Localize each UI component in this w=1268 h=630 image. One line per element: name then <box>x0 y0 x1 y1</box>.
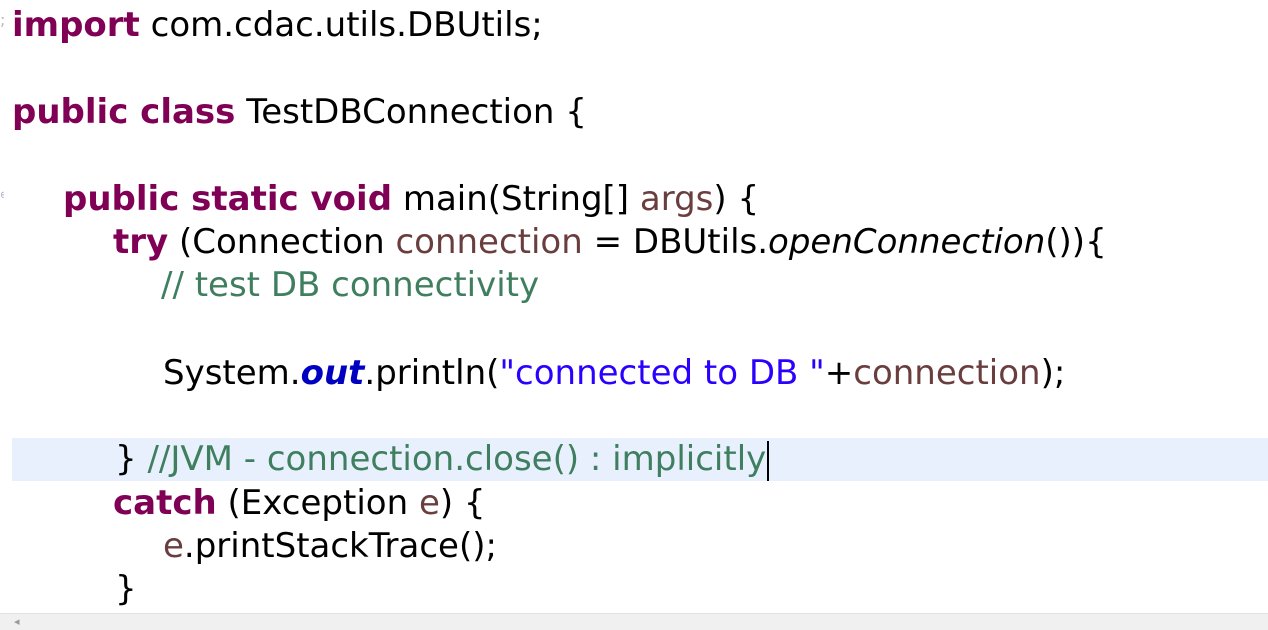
fold-icon[interactable]: ⊖ <box>0 188 4 204</box>
code-line-println: System.out.println("connected to DB "+co… <box>12 352 1268 395</box>
code-line-import: import com.cdac.utils.DBUtils; <box>12 4 1268 47</box>
keyword: import <box>12 5 140 45</box>
variable-name: e <box>163 526 184 566</box>
code-line-catch: catch (Exception e) { <box>12 482 1268 525</box>
code-text: ()){ <box>1045 222 1107 262</box>
variable-name: e <box>418 483 440 523</box>
horizontal-scrollbar[interactable]: ◂ <box>0 613 1268 630</box>
parameter-name: args <box>639 179 714 219</box>
code-line-main: public static void main(String[] args) { <box>12 178 1268 221</box>
comment: //JVM - connection.close() : implicitly <box>136 439 767 479</box>
code-text: .println( <box>364 353 500 393</box>
code-text: System. <box>163 353 301 393</box>
keyword: catch <box>113 483 217 523</box>
code-line-try: try (Connection connection = DBUtils.ope… <box>12 221 1268 264</box>
static-field: out <box>300 353 365 393</box>
code-text: com.cdac.utils.DBUtils; <box>139 5 543 45</box>
code-text: .printStackTrace(); <box>183 526 497 566</box>
code-text: ); <box>1040 353 1066 393</box>
keyword: try <box>113 222 169 262</box>
code-line-comment: // test DB connectivity <box>12 264 1268 307</box>
keyword: public static void <box>63 179 393 219</box>
code-text: TestDBConnection { <box>235 92 587 132</box>
code-text: ) { <box>713 179 760 219</box>
editor-gutter: ; ⊖ <box>0 0 12 614</box>
code-line-end-brace: } <box>12 568 1268 611</box>
code-line-stacktrace: e.printStackTrace(); <box>12 525 1268 568</box>
code-text: (Exception <box>216 483 419 523</box>
variable-name: connection <box>395 222 583 262</box>
comment: // test DB connectivity <box>161 265 540 305</box>
code-editor[interactable]: import com.cdac.utils.DBUtils; public cl… <box>12 0 1268 614</box>
method-name: openConnection <box>768 222 1046 262</box>
keyword: public class <box>12 92 236 132</box>
code-text: + <box>824 353 854 393</box>
code-text: ) { <box>439 483 486 523</box>
variable-name: connection <box>853 353 1041 393</box>
code-text: } <box>115 439 137 479</box>
scroll-left-icon[interactable]: ◂ <box>14 616 20 628</box>
code-line-class: public class TestDBConnection { <box>12 91 1268 134</box>
code-line-close-current: } //JVM - connection.close() : implicitl… <box>12 438 1268 481</box>
text-caret <box>767 440 770 481</box>
code-text: main(String[] <box>392 179 640 219</box>
code-text: } <box>115 569 137 609</box>
string-literal: "connected to DB " <box>499 353 825 393</box>
code-text: (Connection <box>168 222 396 262</box>
code-text: = DBUtils. <box>582 222 769 262</box>
gutter-marker: ; <box>0 12 4 28</box>
